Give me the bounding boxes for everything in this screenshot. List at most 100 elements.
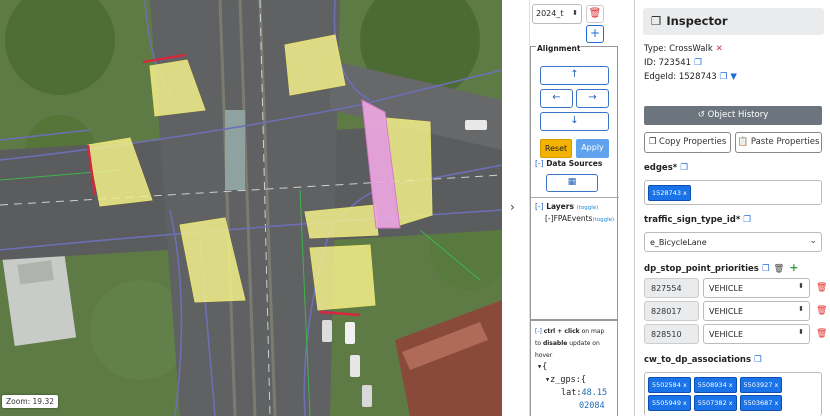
dp-stop-label: dp_stop_point_priorities ❐ 🗑 + <box>644 261 799 274</box>
window-icon: ❐ <box>651 14 662 28</box>
hint-text-2: to <box>535 340 543 347</box>
dp-stop-row-id: 828510 <box>644 324 699 344</box>
layer-item-toggle-link[interactable]: (toggle) <box>592 217 614 223</box>
copy-icon[interactable]: ❐ <box>754 355 762 365</box>
panel-collapse-strip[interactable]: › <box>502 0 530 416</box>
traffic-sign-value: e_BicycleLane <box>650 238 707 247</box>
json-root-line[interactable]: ▾{ <box>537 361 607 374</box>
json-gps-open: { <box>580 375 586 385</box>
cw-chip[interactable]: 5502584 x <box>648 377 691 393</box>
arrow-left-icon: ← <box>552 92 561 103</box>
hover-hint: [-] ctrl + click on map to disable updat… <box>535 326 615 362</box>
paste-properties-button[interactable]: 📋 Paste Properties <box>735 132 822 153</box>
chevron-down-icon: ⌄ <box>809 236 817 246</box>
date-select[interactable]: 2024_t ⬍ <box>532 4 582 24</box>
layer-item-label: FPAEvents <box>553 214 593 223</box>
arrow-right-icon: → <box>588 92 597 103</box>
align-right-button[interactable]: → <box>576 89 609 108</box>
dp-stop-row-select[interactable]: VEHICLE ⬍ <box>703 278 810 298</box>
copy-icon: ❐ <box>648 137 660 147</box>
cw-tag-input[interactable]: 5502584 x 5508934 x 5503927 x 5505949 x … <box>644 372 822 416</box>
apply-button[interactable]: Apply <box>576 139 609 158</box>
layers-toggle-link[interactable]: (toggle) <box>577 205 599 211</box>
trash-icon: 🗑 <box>588 8 602 19</box>
dp-stop-label-text: dp_stop_point_priorities <box>644 264 759 274</box>
copy-icon[interactable]: ❐ <box>720 72 728 82</box>
reset-button[interactable]: Reset <box>540 139 572 158</box>
trash-icon[interactable]: 🗑 <box>816 306 827 316</box>
edge-id-row: EdgeId: 1528743 ❐ ▼ <box>644 72 737 82</box>
inspector-title: Inspector <box>666 14 728 28</box>
section-divider <box>531 197 619 198</box>
edges-tag-input[interactable]: 1528743 x <box>644 180 822 205</box>
layer-item-fpaevents[interactable]: [-]FPAEvents(toggle) <box>545 214 614 223</box>
copy-icon[interactable]: ❐ <box>694 58 702 68</box>
alignment-title: Alignment <box>536 44 582 53</box>
edge-id-text: EdgeId: 1528743 <box>644 72 717 82</box>
dp-stop-row-value: VEHICLE <box>709 284 743 293</box>
close-icon[interactable]: ✕ <box>716 44 723 54</box>
id-text: ID: 723541 <box>644 58 692 68</box>
align-left-button[interactable]: ← <box>540 89 573 108</box>
chevron-right-icon[interactable]: › <box>510 200 515 214</box>
dp-stop-row-value: VEHICLE <box>709 330 743 339</box>
hint-bold: disable <box>542 340 568 347</box>
trash-icon[interactable]: 🗑 <box>816 329 827 339</box>
hint-keys: ctrl + click <box>543 328 580 335</box>
align-up-button[interactable]: ↑ <box>540 66 609 85</box>
cw-chip[interactable]: 5508934 x <box>693 377 737 393</box>
cw-chip[interactable]: 5505949 x <box>648 395 691 411</box>
dp-stop-row-id: 827554 <box>644 278 699 298</box>
cw-chip[interactable]: 5507382 x <box>693 395 737 411</box>
json-gps-line[interactable]: ▾z_gps:{ <box>537 374 607 387</box>
layers-header: [-] Layers (toggle) <box>535 202 598 211</box>
json-lat-value-2: 02084 <box>579 401 605 411</box>
copy-properties-label: Copy Properties <box>659 137 727 147</box>
plus-icon: + <box>589 26 601 40</box>
crosswalk-bottom-right <box>309 244 376 311</box>
chevron-updown-icon: ⬍ <box>798 282 804 290</box>
cw-chip[interactable]: 5503687 x <box>739 395 783 411</box>
layers-collapse[interactable]: [-] <box>535 202 544 211</box>
layers-label: Layers <box>546 202 574 211</box>
plus-icon[interactable]: + <box>789 261 798 274</box>
copy-properties-button[interactable]: ❐ Copy Properties <box>644 132 731 153</box>
trash-icon[interactable]: 🗑 <box>816 283 827 293</box>
history-icon: ↺ <box>697 110 708 120</box>
add-button[interactable]: + <box>586 25 604 43</box>
data-sources-label: Data Sources <box>546 159 603 168</box>
layer-item-collapse[interactable]: [-] <box>545 214 554 223</box>
hint-text-3: update on <box>567 340 600 347</box>
chevron-updown-icon: ⬍ <box>798 305 804 313</box>
dp-stop-row-select[interactable]: VEHICLE ⬍ <box>703 301 810 321</box>
date-select-value: 2024_t <box>536 9 564 18</box>
hint-collapse[interactable]: [-] <box>535 328 542 335</box>
arrow-down-icon: ↓ <box>570 115 579 126</box>
copy-icon[interactable]: ❐ <box>743 215 751 225</box>
type-text: Type: CrossWalk <box>644 44 713 54</box>
delete-button[interactable]: 🗑 <box>586 5 604 23</box>
filter-icon[interactable]: ▼ <box>730 72 737 82</box>
data-sources-collapse[interactable]: [-] <box>535 159 544 168</box>
copy-icon[interactable]: ❐ <box>680 163 688 173</box>
trash-icon[interactable]: 🗑 <box>773 264 784 274</box>
chevron-updown-icon: ⬍ <box>798 328 804 336</box>
copy-icon[interactable]: ❐ <box>762 264 770 274</box>
data-sources-button[interactable]: ▦ <box>546 174 598 192</box>
object-history-label: Object History <box>707 110 769 120</box>
edges-label: edges* ❐ <box>644 163 688 173</box>
json-lat-key: lat: <box>561 388 582 398</box>
dp-stop-row-select[interactable]: VEHICLE ⬍ <box>703 324 810 344</box>
cw-chip[interactable]: 5503927 x <box>739 377 783 393</box>
table-icon: ▦ <box>567 177 577 187</box>
traffic-sign-select[interactable]: e_BicycleLane ⌄ <box>644 232 822 252</box>
align-down-button[interactable]: ↓ <box>540 112 609 131</box>
map-canvas[interactable] <box>0 0 502 416</box>
edge-chip[interactable]: 1528743 x <box>648 185 691 201</box>
json-gps-key: z_gps: <box>550 375 581 385</box>
inspector-header: ❐ Inspector <box>643 8 824 35</box>
cw-label-text: cw_to_dp_associations <box>644 355 752 365</box>
object-history-button[interactable]: ↺ Object History <box>644 106 822 125</box>
map-view[interactable]: Zoom: 19.32 <box>0 0 502 416</box>
crosswalk-top-right <box>284 34 346 96</box>
